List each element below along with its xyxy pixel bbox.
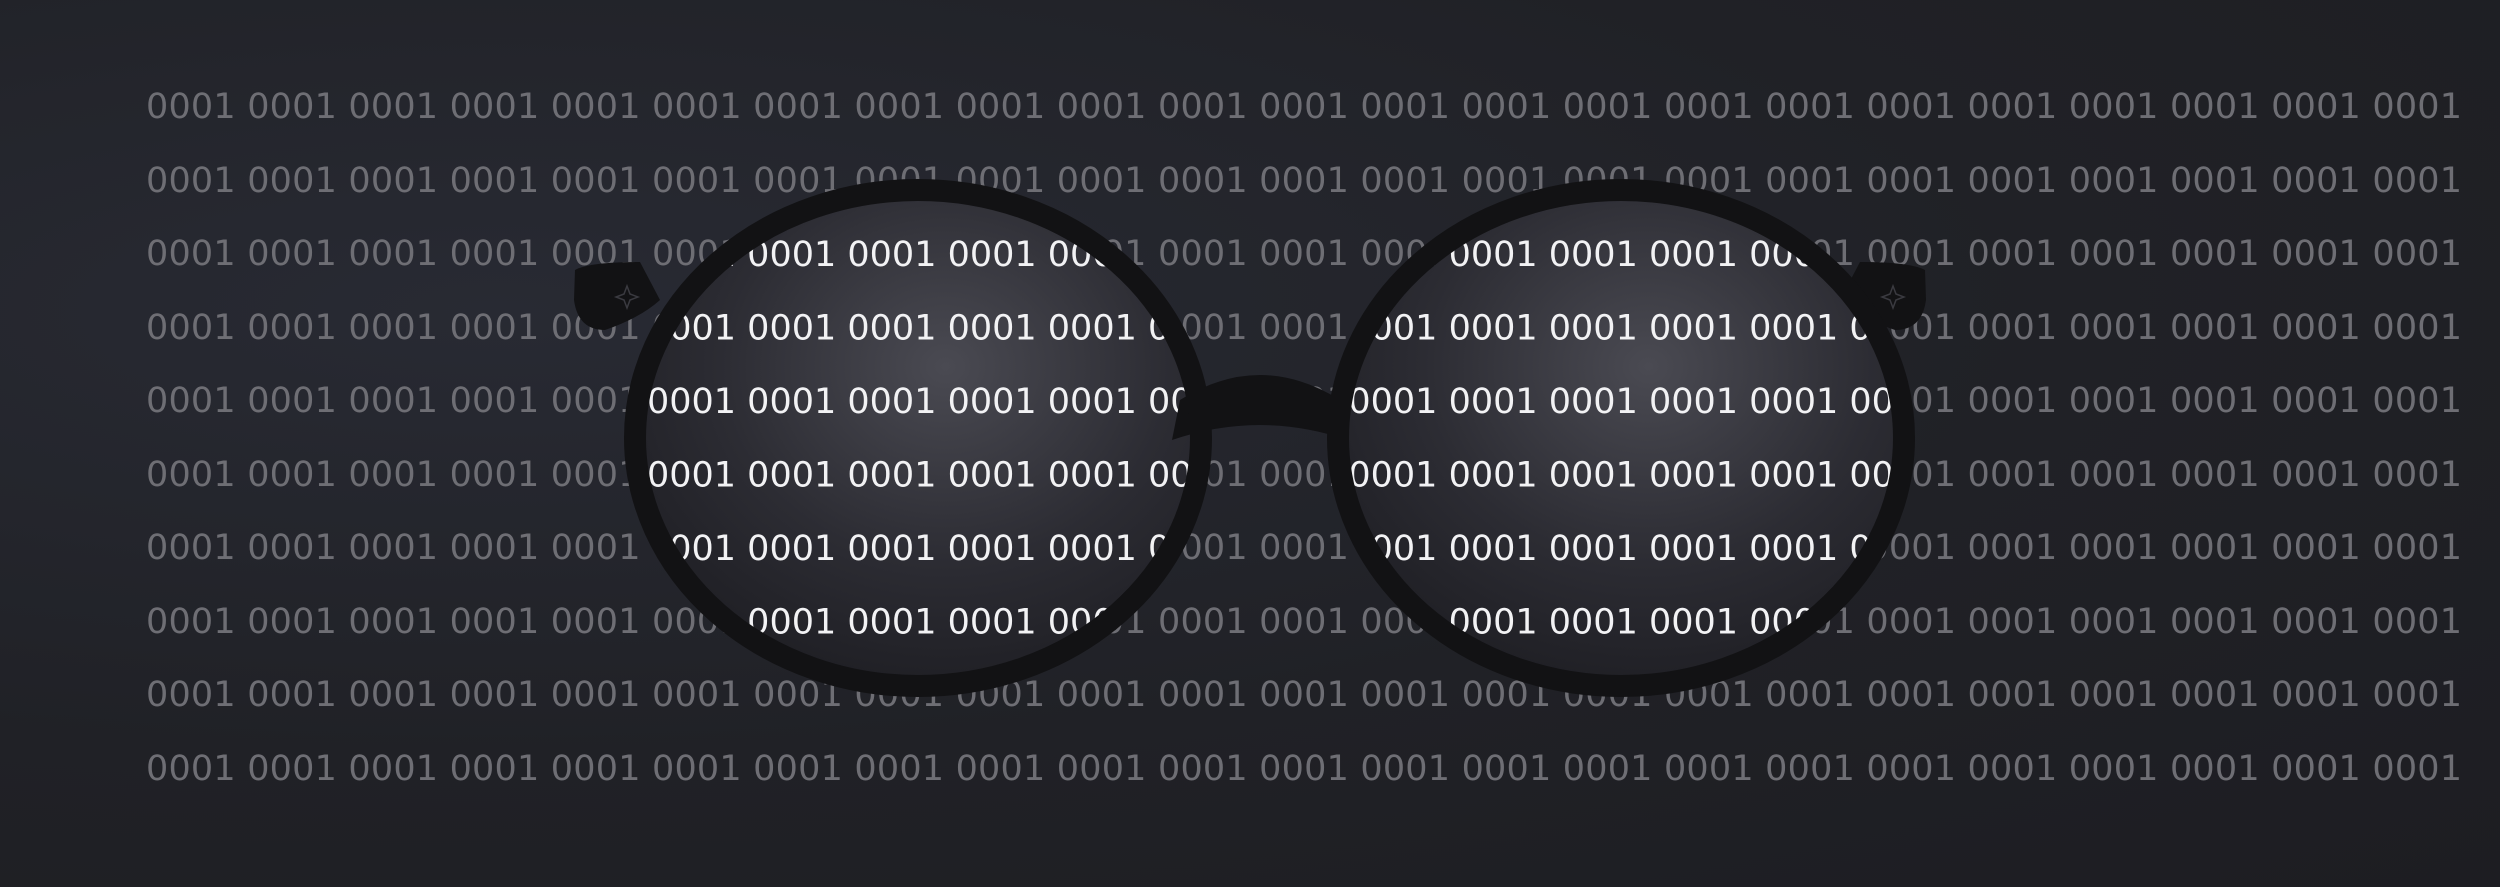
eyeglasses-illustration: 0001 0001 0001 0001 0001 0001 0001 0001 … xyxy=(146,88,2439,790)
lens-code-row: 0001 0001 0001 0001 0001 0001 0001 0001 … xyxy=(146,456,2439,496)
lens-code-row: 0001 0001 0001 0001 0001 0001 0001 0001 … xyxy=(146,750,2439,790)
lens-code-row: 0001 0001 0001 0001 0001 0001 0001 0001 … xyxy=(146,456,2439,496)
lens-code-row: 0001 0001 0001 0001 0001 0001 0001 0001 … xyxy=(146,529,2439,569)
lens-code-row: 0001 0001 0001 0001 0001 0001 0001 0001 … xyxy=(146,750,2439,790)
lens-code-row: 0001 0001 0001 0001 0001 0001 0001 0001 … xyxy=(146,235,2439,275)
lens-code-row: 0001 0001 0001 0001 0001 0001 0001 0001 … xyxy=(146,676,2439,716)
lens-code-row: 0001 0001 0001 0001 0001 0001 0001 0001 … xyxy=(146,162,2439,202)
lens-code-row: 0001 0001 0001 0001 0001 0001 0001 0001 … xyxy=(146,603,2439,643)
binary-code-background-scene: 0001 0001 0001 0001 0001 0001 0001 0001 … xyxy=(0,0,2500,887)
left-lens-text-group: 0001 0001 0001 0001 0001 0001 0001 0001 … xyxy=(146,88,2439,790)
lens-code-row: 0001 0001 0001 0001 0001 0001 0001 0001 … xyxy=(146,309,2439,349)
lens-code-row: 0001 0001 0001 0001 0001 0001 0001 0001 … xyxy=(146,529,2439,569)
lens-code-row: 0001 0001 0001 0001 0001 0001 0001 0001 … xyxy=(146,603,2439,643)
lens-code-row: 0001 0001 0001 0001 0001 0001 0001 0001 … xyxy=(146,235,2439,275)
lens-code-row: 0001 0001 0001 0001 0001 0001 0001 0001 … xyxy=(146,88,2439,128)
lens-code-row: 0001 0001 0001 0001 0001 0001 0001 0001 … xyxy=(146,88,2439,128)
right-lens-text-group: 0001 0001 0001 0001 0001 0001 0001 0001 … xyxy=(146,88,2439,790)
lens-code-row: 0001 0001 0001 0001 0001 0001 0001 0001 … xyxy=(146,309,2439,349)
lens-code-row: 0001 0001 0001 0001 0001 0001 0001 0001 … xyxy=(146,162,2439,202)
lens-code-row: 0001 0001 0001 0001 0001 0001 0001 0001 … xyxy=(146,676,2439,716)
